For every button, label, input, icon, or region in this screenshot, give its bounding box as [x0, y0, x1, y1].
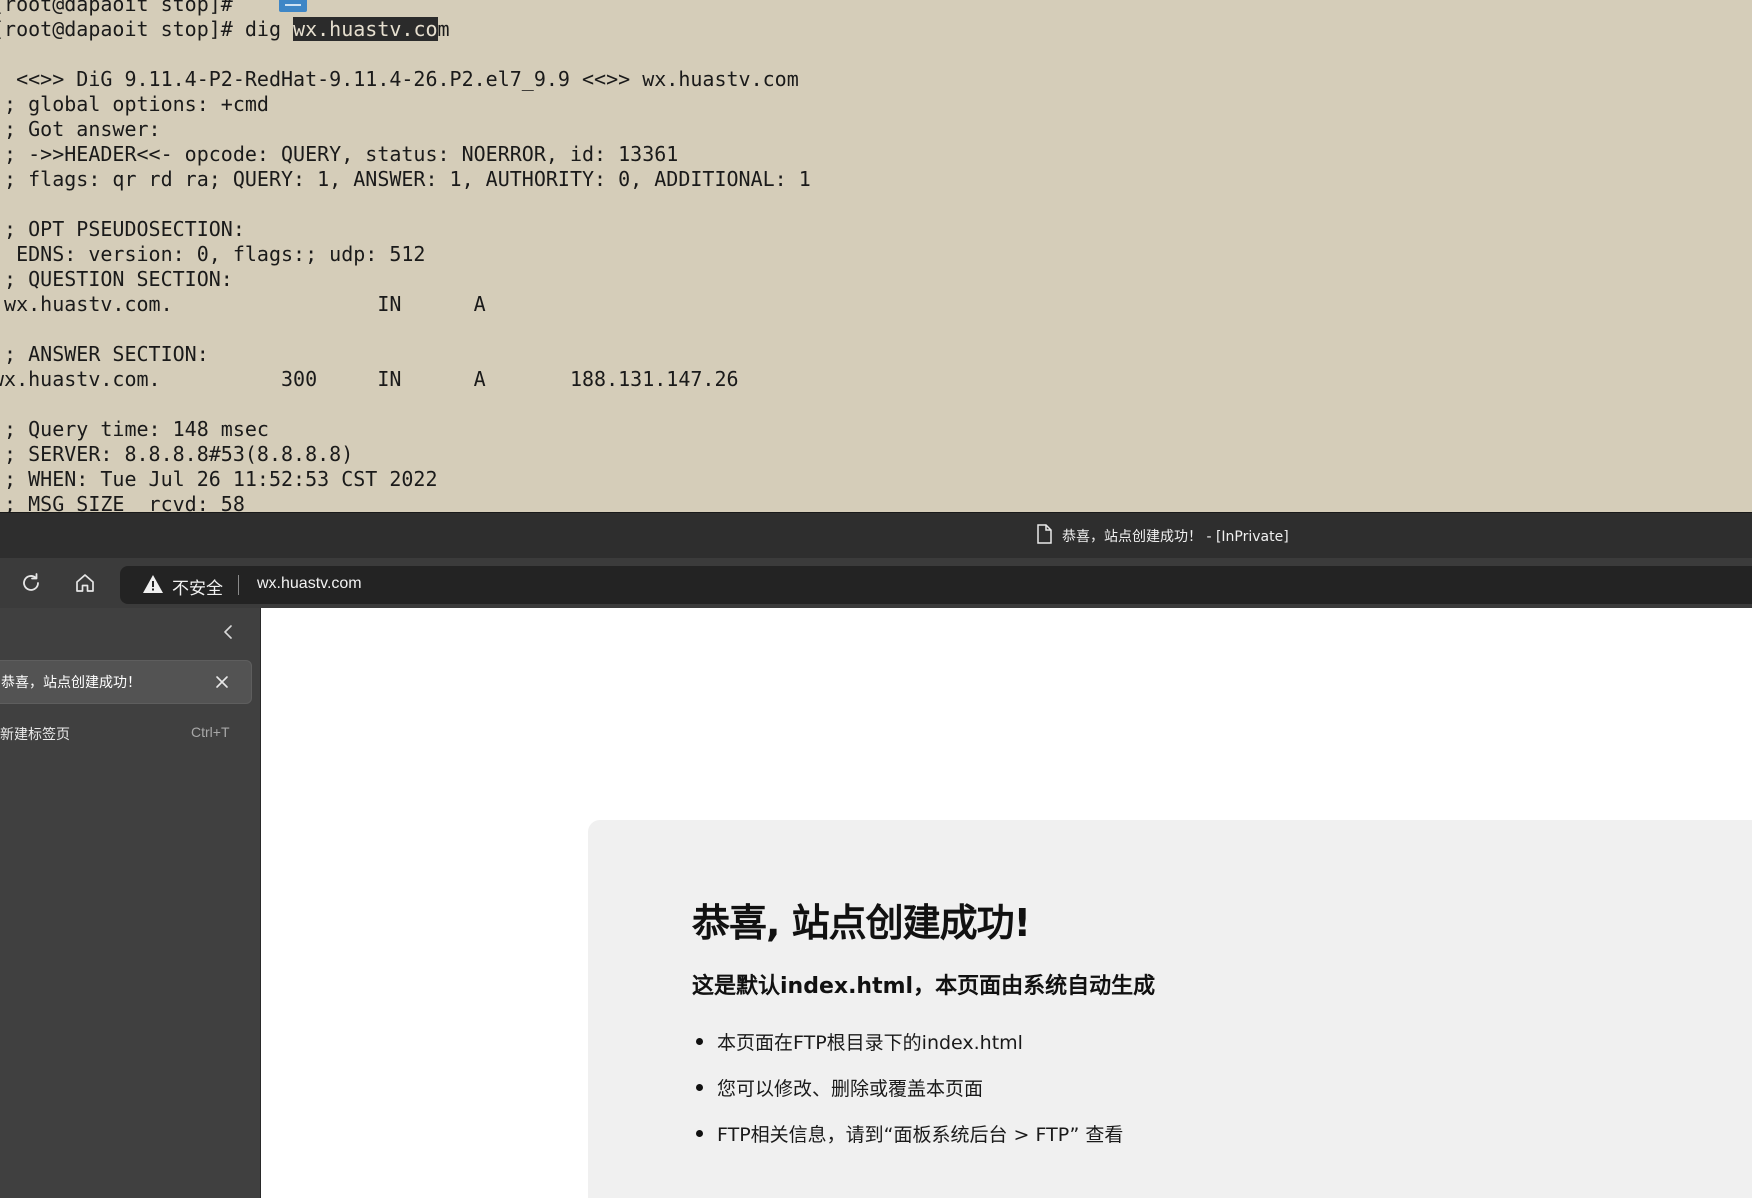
close-tab-button[interactable] [213, 673, 231, 691]
chevron-left-icon [224, 625, 232, 639]
window-title-group: 恭喜，站点创建成功！ - [InPrivate] [1036, 524, 1289, 548]
terminal-line: ;; Query time: 148 msec [0, 417, 269, 441]
page-document-icon [1036, 524, 1052, 548]
window-title: 恭喜，站点创建成功！ - [InPrivate] [1062, 529, 1289, 545]
list-item: FTP相关信息，请到“面板系统后台 > FTP” 查看 [692, 1120, 1123, 1166]
terminal-selected-text: wx.huastv.co [293, 17, 438, 41]
close-icon [216, 676, 228, 688]
new-tab-shortcut: Ctrl+T [191, 724, 230, 740]
terminal-line: ;; Got answer: [0, 117, 161, 141]
terminal-line: ;; SERVER: 8.8.8.8#53(8.8.8.8) [0, 442, 354, 466]
terminal-line: ;; QUESTION SECTION: [0, 267, 233, 291]
new-tab-label: 新建标签页 [0, 727, 70, 743]
terminal-line: ;; ANSWER SECTION: [0, 342, 209, 366]
collapse-sidebar-button[interactable] [218, 622, 238, 642]
tab-title: 恭喜，站点创建成功！ [1, 675, 141, 691]
page-content: 恭喜, 站点创建成功! 这是默认index.html，本页面由系统自动生成 本页… [261, 608, 1752, 1198]
terminal-line: ;; WHEN: Tue Jul 26 11:52:53 CST 2022 [0, 467, 438, 491]
page-title: 恭喜, 站点创建成功! [692, 901, 1031, 945]
home-button[interactable] [69, 567, 101, 599]
terminal-line: wx.huastv.com. 300 IN A 188.131.147.26 [0, 367, 739, 391]
terminal-line: ;; global options: +cmd [0, 92, 269, 116]
welcome-card: 恭喜, 站点创建成功! 这是默认index.html，本页面由系统自动生成 本页… [588, 820, 1752, 1198]
list-item: 您可以修改、删除或覆盖本页面 [692, 1074, 1123, 1120]
terminal-line: ;; ->>HEADER<<- opcode: QUERY, status: N… [0, 142, 679, 166]
terminal-window[interactable]: [root@dapaoit stop]# [root@dapaoit stop]#… [0, 0, 1752, 512]
list-item: 本页面在FTP根目录下的index.html [692, 1028, 1123, 1074]
vertical-tabs-sidebar: 恭喜，站点创建成功！ 新建标签页 Ctrl+T [0, 608, 261, 1198]
new-tab-button[interactable]: 新建标签页 Ctrl+T [0, 718, 250, 750]
page-subtitle: 这是默认index.html，本页面由系统自动生成 [692, 974, 1156, 999]
terminal-command-line: [root@dapaoit stop]# dig wx.huastv.com [0, 17, 811, 42]
terminal-line: ;; MSG SIZE rcvd: 58 [0, 492, 245, 512]
terminal-output[interactable]: [root@dapaoit stop]# [root@dapaoit stop]#… [0, 0, 811, 512]
terminal-text-after-selection: m [437, 17, 450, 41]
terminal-line: ;; OPT PSEUDOSECTION: [0, 217, 245, 241]
refresh-icon [23, 573, 39, 591]
url-text[interactable]: wx.huastv.com [257, 575, 362, 593]
terminal-line: ;; flags: qr rd ra; QUERY: 1, ANSWER: 1,… [0, 167, 811, 191]
home-icon [76, 574, 94, 592]
tab-active[interactable]: 恭喜，站点创建成功！ [0, 660, 252, 704]
terminal-line: [root@dapaoit stop]# [0, 0, 233, 16]
refresh-button[interactable] [15, 567, 47, 599]
security-status-label[interactable]: 不安全 [172, 574, 223, 599]
terminal-line: ; EDNS: version: 0, flags:; udp: 512 [0, 242, 426, 266]
info-list: 本页面在FTP根目录下的index.html 您可以修改、删除或覆盖本页面 FT… [692, 1028, 1123, 1166]
terminal-prompt: [root@dapaoit stop]# dig [0, 17, 294, 41]
address-bar[interactable]: 不安全 wx.huastv.com [120, 566, 1752, 604]
terminal-line: ;wx.huastv.com. IN A [0, 292, 486, 316]
address-divider [238, 575, 239, 595]
browser-window: 恭喜，站点创建成功！ - [InPrivate] 不安全 wx.huastv.c… [0, 512, 1752, 1198]
browser-titlebar[interactable]: 恭喜，站点创建成功！ - [InPrivate] [0, 512, 1752, 559]
terminal-line: ; <<>> DiG 9.11.4-P2-RedHat-9.11.4-26.P2… [0, 67, 799, 91]
warning-icon[interactable] [142, 574, 164, 598]
